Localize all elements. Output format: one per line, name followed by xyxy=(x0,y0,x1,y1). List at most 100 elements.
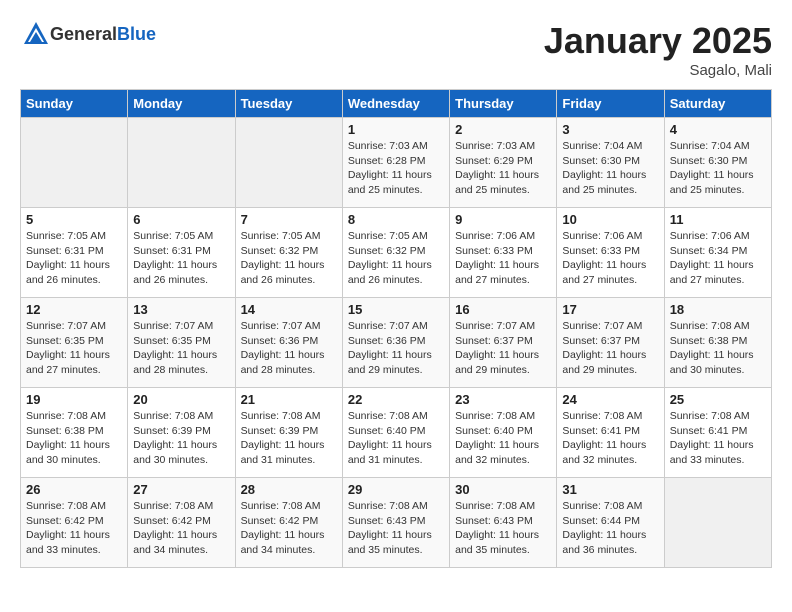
col-friday: Friday xyxy=(557,90,664,118)
day-info: Sunrise: 7:04 AM Sunset: 6:30 PM Dayligh… xyxy=(562,139,658,198)
day-number: 21 xyxy=(241,392,337,407)
calendar-week-row: 26 Sunrise: 7:08 AM Sunset: 6:42 PM Dayli… xyxy=(21,478,772,568)
table-row: 28Sunrise: 7:08 AM Sunset: 6:42 PM Dayli… xyxy=(235,478,342,568)
day-number: 12 xyxy=(26,302,122,317)
table-row xyxy=(128,118,235,208)
location: Sagalo, Mali xyxy=(544,62,772,79)
table-row: 16 Sunrise: 7:07 AM Sunset: 6:37 PM Dayli… xyxy=(450,298,557,388)
day-info: Sunrise: 7:08 AM Sunset: 6:43 PM Dayligh… xyxy=(348,499,444,558)
day-number: 18 xyxy=(670,302,766,317)
day-number: 4 xyxy=(670,122,766,137)
table-row: 25 Sunrise: 7:08 AM Sunset: 6:41 PM Dayli… xyxy=(664,388,771,478)
day-info: Sunrise: 7:08 AM Sunset: 6:40 PM Dayligh… xyxy=(348,409,444,468)
table-row: 14 Sunrise: 7:07 AM Sunset: 6:36 PM Dayli… xyxy=(235,298,342,388)
calendar-week-row: 1Sunrise: 7:03 AM Sunset: 6:28 PM Daylig… xyxy=(21,118,772,208)
table-row xyxy=(664,478,771,568)
table-row: 30 Sunrise: 7:08 AM Sunset: 6:43 PM Dayli… xyxy=(450,478,557,568)
day-info: Sunrise: 7:08 AM Sunset: 6:38 PM Dayligh… xyxy=(26,409,122,468)
table-row: 7Sunrise: 7:05 AM Sunset: 6:32 PM Daylig… xyxy=(235,208,342,298)
table-row: 9 Sunrise: 7:06 AM Sunset: 6:33 PM Daylig… xyxy=(450,208,557,298)
title-area: January 2025 Sagalo, Mali xyxy=(544,20,772,79)
calendar-week-row: 5 Sunrise: 7:05 AM Sunset: 6:31 PM Daylig… xyxy=(21,208,772,298)
day-number: 15 xyxy=(348,302,444,317)
day-info: Sunrise: 7:07 AM Sunset: 6:37 PM Dayligh… xyxy=(455,319,551,378)
day-number: 8 xyxy=(348,212,444,227)
table-row: 15Sunrise: 7:07 AM Sunset: 6:36 PM Dayli… xyxy=(342,298,449,388)
day-number: 31 xyxy=(562,482,658,497)
day-info: Sunrise: 7:05 AM Sunset: 6:32 PM Dayligh… xyxy=(348,229,444,288)
table-row: 31Sunrise: 7:08 AM Sunset: 6:44 PM Dayli… xyxy=(557,478,664,568)
table-row: 3 Sunrise: 7:04 AM Sunset: 6:30 PM Daylig… xyxy=(557,118,664,208)
table-row: 20Sunrise: 7:08 AM Sunset: 6:39 PM Dayli… xyxy=(128,388,235,478)
day-number: 1 xyxy=(348,122,444,137)
calendar-table: Sunday Monday Tuesday Wednesday Thursday… xyxy=(20,89,772,568)
day-info: Sunrise: 7:08 AM Sunset: 6:42 PM Dayligh… xyxy=(26,499,122,558)
day-number: 10 xyxy=(562,212,658,227)
day-info: Sunrise: 7:07 AM Sunset: 6:36 PM Dayligh… xyxy=(241,319,337,378)
day-info: Sunrise: 7:08 AM Sunset: 6:40 PM Dayligh… xyxy=(455,409,551,468)
table-row xyxy=(21,118,128,208)
day-info: Sunrise: 7:08 AM Sunset: 6:41 PM Dayligh… xyxy=(670,409,766,468)
day-number: 14 xyxy=(241,302,337,317)
table-row: 4 Sunrise: 7:04 AM Sunset: 6:30 PM Daylig… xyxy=(664,118,771,208)
table-row: 29 Sunrise: 7:08 AM Sunset: 6:43 PM Dayli… xyxy=(342,478,449,568)
day-number: 2 xyxy=(455,122,551,137)
table-row: 22 Sunrise: 7:08 AM Sunset: 6:40 PM Dayli… xyxy=(342,388,449,478)
day-number: 7 xyxy=(241,212,337,227)
table-row xyxy=(235,118,342,208)
day-number: 26 xyxy=(26,482,122,497)
day-number: 11 xyxy=(670,212,766,227)
day-number: 16 xyxy=(455,302,551,317)
day-number: 24 xyxy=(562,392,658,407)
col-monday: Monday xyxy=(128,90,235,118)
table-row: 5 Sunrise: 7:05 AM Sunset: 6:31 PM Daylig… xyxy=(21,208,128,298)
table-row: 8 Sunrise: 7:05 AM Sunset: 6:32 PM Daylig… xyxy=(342,208,449,298)
col-saturday: Saturday xyxy=(664,90,771,118)
day-number: 13 xyxy=(133,302,229,317)
table-row: 10 Sunrise: 7:06 AM Sunset: 6:33 PM Dayli… xyxy=(557,208,664,298)
day-number: 9 xyxy=(455,212,551,227)
day-number: 30 xyxy=(455,482,551,497)
month-title: January 2025 xyxy=(544,20,772,62)
day-number: 29 xyxy=(348,482,444,497)
table-row: 18 Sunrise: 7:08 AM Sunset: 6:38 PM Dayli… xyxy=(664,298,771,388)
day-info: Sunrise: 7:08 AM Sunset: 6:39 PM Dayligh… xyxy=(133,409,229,468)
calendar-week-row: 12 Sunrise: 7:07 AM Sunset: 6:35 PM Dayli… xyxy=(21,298,772,388)
day-info: Sunrise: 7:06 AM Sunset: 6:33 PM Dayligh… xyxy=(455,229,551,288)
day-number: 23 xyxy=(455,392,551,407)
day-info: Sunrise: 7:08 AM Sunset: 6:41 PM Dayligh… xyxy=(562,409,658,468)
logo: GeneralBlue xyxy=(20,20,156,48)
day-info: Sunrise: 7:05 AM Sunset: 6:31 PM Dayligh… xyxy=(133,229,229,288)
day-info: Sunrise: 7:08 AM Sunset: 6:43 PM Dayligh… xyxy=(455,499,551,558)
day-number: 3 xyxy=(562,122,658,137)
table-row: 6Sunrise: 7:05 AM Sunset: 6:31 PM Daylig… xyxy=(128,208,235,298)
day-info: Sunrise: 7:06 AM Sunset: 6:34 PM Dayligh… xyxy=(670,229,766,288)
day-number: 17 xyxy=(562,302,658,317)
table-row: 1Sunrise: 7:03 AM Sunset: 6:28 PM Daylig… xyxy=(342,118,449,208)
day-info: Sunrise: 7:06 AM Sunset: 6:33 PM Dayligh… xyxy=(562,229,658,288)
table-row: 12Sunrise: 7:07 AM Sunset: 6:35 PM Dayli… xyxy=(21,298,128,388)
table-row: 2Sunrise: 7:03 AM Sunset: 6:29 PM Daylig… xyxy=(450,118,557,208)
day-number: 25 xyxy=(670,392,766,407)
logo-icon xyxy=(22,20,50,48)
day-number: 27 xyxy=(133,482,229,497)
day-number: 22 xyxy=(348,392,444,407)
day-info: Sunrise: 7:07 AM Sunset: 6:35 PM Dayligh… xyxy=(133,319,229,378)
table-row: 21Sunrise: 7:08 AM Sunset: 6:39 PM Dayli… xyxy=(235,388,342,478)
table-row: 23 Sunrise: 7:08 AM Sunset: 6:40 PM Dayli… xyxy=(450,388,557,478)
table-row: 11 Sunrise: 7:06 AM Sunset: 6:34 PM Dayli… xyxy=(664,208,771,298)
table-row: 27Sunrise: 7:08 AM Sunset: 6:42 PM Dayli… xyxy=(128,478,235,568)
day-info: Sunrise: 7:08 AM Sunset: 6:38 PM Dayligh… xyxy=(670,319,766,378)
day-number: 5 xyxy=(26,212,122,227)
table-row: 24 Sunrise: 7:08 AM Sunset: 6:41 PM Dayli… xyxy=(557,388,664,478)
logo-general: General xyxy=(50,24,117,44)
table-row: 19 Sunrise: 7:08 AM Sunset: 6:38 PM Dayli… xyxy=(21,388,128,478)
day-number: 19 xyxy=(26,392,122,407)
day-info: Sunrise: 7:05 AM Sunset: 6:31 PM Dayligh… xyxy=(26,229,122,288)
col-tuesday: Tuesday xyxy=(235,90,342,118)
day-info: Sunrise: 7:04 AM Sunset: 6:30 PM Dayligh… xyxy=(670,139,766,198)
col-wednesday: Wednesday xyxy=(342,90,449,118)
calendar-header-row: Sunday Monday Tuesday Wednesday Thursday… xyxy=(21,90,772,118)
day-number: 28 xyxy=(241,482,337,497)
col-sunday: Sunday xyxy=(21,90,128,118)
